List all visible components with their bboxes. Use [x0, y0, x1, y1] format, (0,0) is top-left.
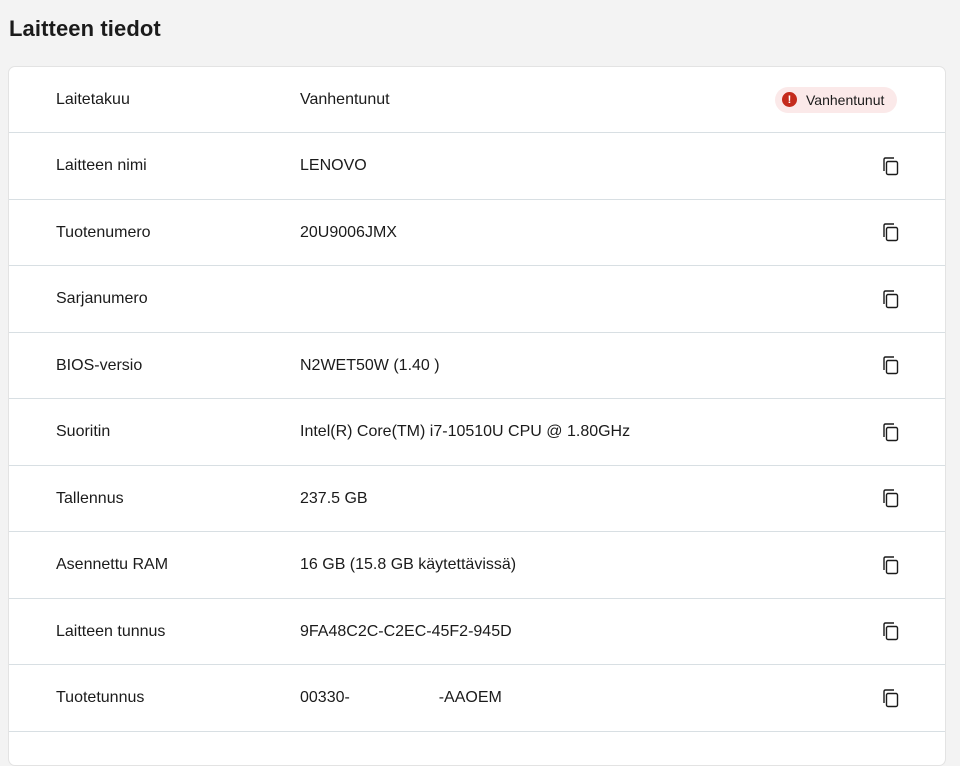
row-serial-number: Sarjanumero [9, 267, 945, 333]
copy-icon [882, 688, 898, 707]
copy-button[interactable] [875, 151, 905, 181]
row-device-name: Laitteen nimi LENOVO [9, 134, 945, 200]
row-value: LENOVO [300, 157, 367, 174]
row-label: BIOS-versio [56, 356, 143, 374]
row-processor: Suoritin Intel(R) Core(TM) i7-10510U CPU… [9, 400, 945, 466]
copy-button[interactable] [875, 218, 905, 248]
error-icon: ! [782, 92, 797, 107]
row-installed-ram: Asennettu RAM 16 GB (15.8 GB käytettävis… [9, 533, 945, 599]
row-value: 9FA48C2C-C2EC-45F2-945D [300, 622, 512, 640]
row-label: Tallennus [56, 489, 124, 507]
row-label: Laitteen tunnus [56, 622, 166, 640]
copy-icon [882, 489, 898, 508]
row-warranty: Laitetakuu Vanhentunut ! Vanhentunut [9, 67, 945, 133]
copy-icon [882, 289, 898, 308]
copy-icon [882, 555, 898, 574]
row-value: Vanhentunut [300, 90, 390, 108]
row-value: 16 GB (15.8 GB käytettävissä) [300, 556, 517, 573]
page-title: Laitteen tiedot [9, 16, 161, 41]
copy-icon [882, 356, 898, 375]
row-product-number: Tuotenumero 20U9006JMX [9, 200, 945, 266]
copy-button[interactable] [875, 417, 905, 447]
device-info-card: Laitetakuu Vanhentunut ! Vanhentunut Lai… [8, 66, 946, 766]
copy-icon [882, 156, 898, 175]
status-badge-text: Vanhentunut [806, 91, 885, 108]
copy-button[interactable] [875, 617, 905, 647]
row-label: Laitteen nimi [56, 157, 147, 174]
row-value: N2WET50W (1.40 ) [300, 356, 440, 374]
copy-button[interactable] [875, 351, 905, 381]
copy-button[interactable] [875, 484, 905, 514]
copy-icon [882, 622, 898, 641]
row-label: Tuotetunnus [56, 689, 145, 706]
row-value: 00330- -AAOEM [300, 689, 502, 706]
row-device-id: Laitteen tunnus 9FA48C2C-C2EC-45F2-945D [9, 599, 945, 665]
row-label: Sarjanumero [56, 290, 148, 307]
row-storage: Tallennus 237.5 GB [9, 466, 945, 532]
copy-icon [882, 422, 898, 441]
copy-icon [882, 223, 898, 242]
row-value: 237.5 GB [300, 489, 368, 507]
copy-button[interactable] [875, 284, 905, 314]
row-label: Suoritin [56, 423, 111, 440]
row-bios-version: BIOS-versio N2WET50W (1.40 ) [9, 333, 945, 399]
row-product-id: Tuotetunnus 00330- -AAOEM [9, 666, 945, 732]
row-value: 20U9006JMX [300, 223, 397, 241]
copy-button[interactable] [875, 683, 905, 713]
status-badge: ! Vanhentunut [775, 86, 898, 113]
row-label: Tuotenumero [56, 223, 151, 241]
row-label: Laitetakuu [56, 90, 130, 108]
row-label: Asennettu RAM [56, 556, 169, 573]
row-value: Intel(R) Core(TM) i7-10510U CPU @ 1.80GH… [300, 423, 631, 440]
copy-button[interactable] [875, 550, 905, 580]
